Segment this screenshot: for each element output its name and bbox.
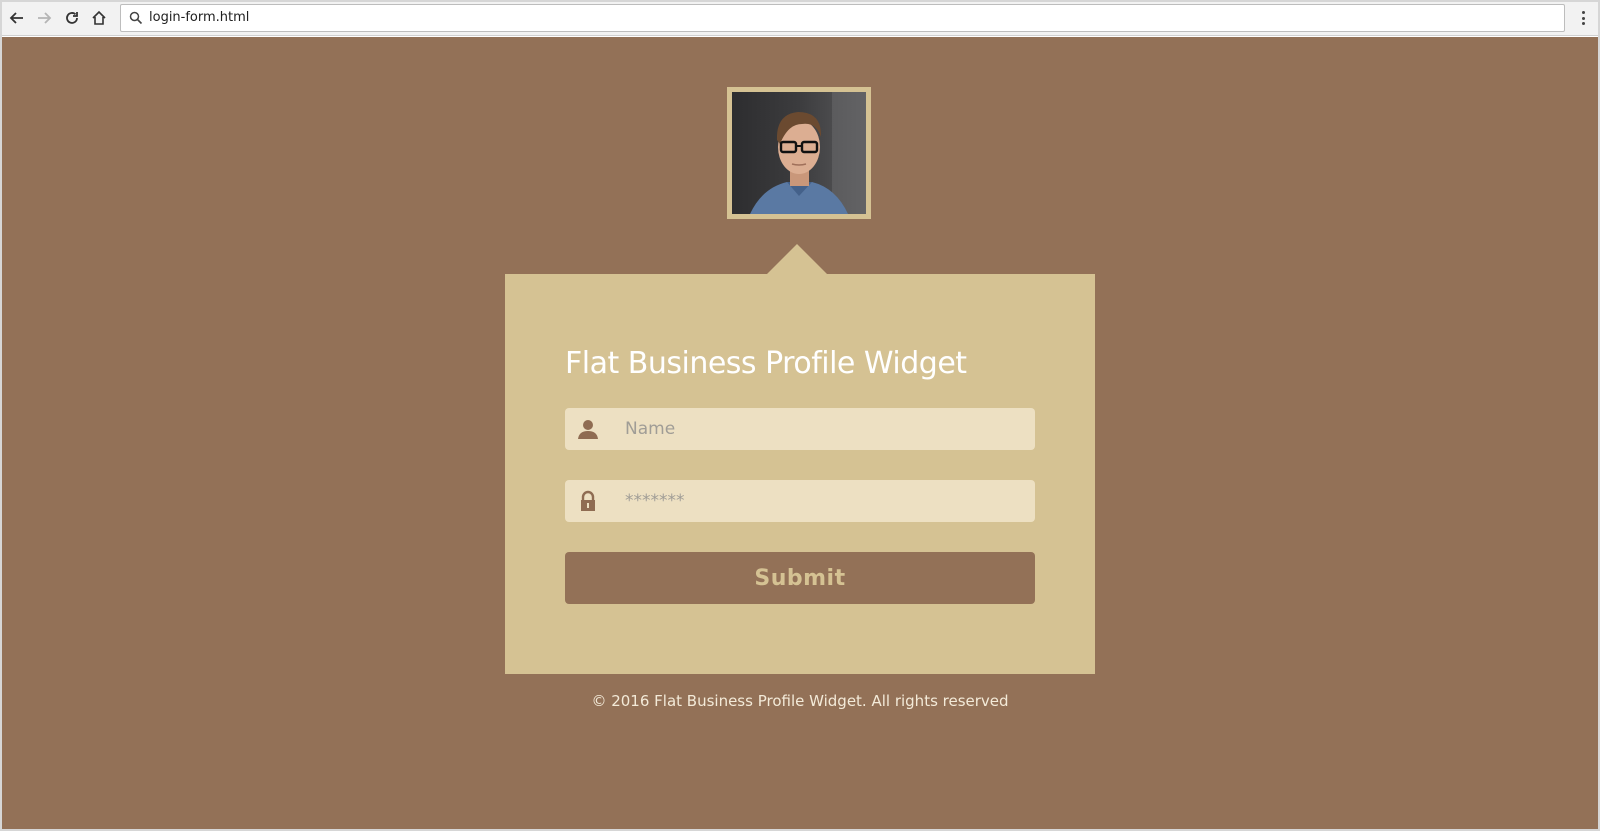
browser-menu-button[interactable]	[1574, 8, 1592, 28]
user-icon	[577, 418, 599, 440]
profile-photo	[732, 92, 866, 214]
url-text: login-form.html	[149, 10, 250, 25]
name-field[interactable]	[565, 408, 1035, 450]
kebab-menu-icon	[1581, 11, 1585, 14]
forward-arrow-icon	[38, 12, 52, 24]
password-input[interactable]	[625, 480, 1025, 522]
footer-copyright: © 2016 Flat Business Profile Widget. All…	[591, 692, 1009, 710]
submit-button[interactable]: Submit	[565, 552, 1035, 604]
back-button[interactable]	[6, 7, 28, 29]
name-input[interactable]	[625, 408, 1025, 450]
card-pointer	[767, 244, 827, 274]
reload-button[interactable]	[61, 7, 83, 29]
browser-toolbar: login-form.html	[0, 0, 1600, 36]
password-field[interactable]	[565, 480, 1035, 522]
login-card: Flat Business Profile Widget Submit	[505, 274, 1095, 674]
reload-icon	[66, 12, 78, 24]
address-bar[interactable]: login-form.html	[120, 4, 1565, 32]
back-arrow-icon	[9, 12, 23, 24]
forward-button[interactable]	[33, 7, 55, 29]
home-icon	[92, 10, 106, 25]
lock-icon	[577, 490, 599, 512]
profile-avatar	[727, 87, 871, 219]
widget-title: Flat Business Profile Widget	[565, 346, 967, 381]
search-icon	[129, 11, 143, 25]
home-button[interactable]	[88, 7, 110, 29]
